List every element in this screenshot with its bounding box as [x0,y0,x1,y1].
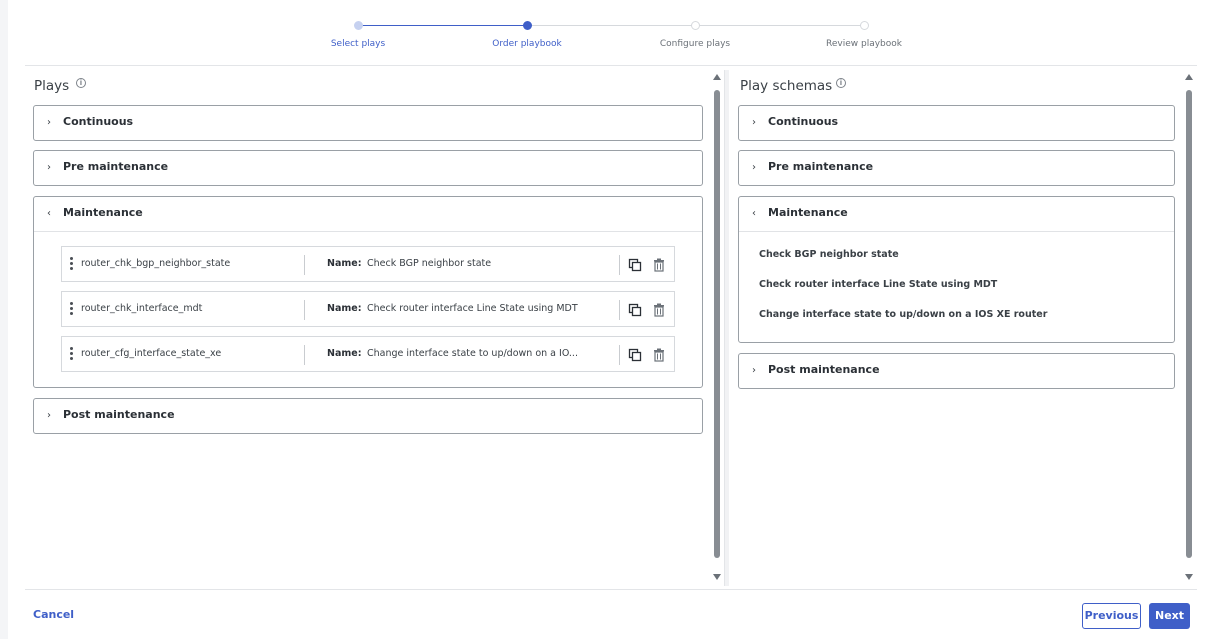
schemas-section-post-maintenance[interactable]: › Post maintenance [738,353,1175,389]
chevron-right-icon: › [47,410,51,421]
section-header[interactable]: › Continuous [34,106,702,140]
section-divider [739,231,1174,232]
section-title: Post maintenance [63,408,175,421]
section-header[interactable]: › Continuous [739,106,1174,140]
step-label: Configure plays [659,39,731,49]
wizard-stepper: Select plays Order playbook Configure pl… [300,18,920,58]
step-select-plays[interactable]: Select plays [288,18,428,49]
play-row[interactable]: router_chk_bgp_neighbor_state Name: Chec… [61,246,675,282]
scroll-thumb[interactable] [714,90,720,558]
chevron-right-icon: › [752,162,756,173]
section-title: Maintenance [63,206,143,219]
section-header[interactable]: › Pre maintenance [739,151,1174,185]
plays-section-maintenance: ‹ Maintenance router_chk_bgp_neighbor_st… [33,196,703,388]
step-order-playbook[interactable]: Order playbook [457,18,597,49]
footer-divider [25,589,1197,590]
cancel-button[interactable]: Cancel [33,608,74,621]
drag-handle-icon[interactable] [70,347,74,362]
section-header[interactable]: ‹ Maintenance [34,197,702,231]
schema-item[interactable]: Check BGP neighbor state [759,249,899,260]
step-dot [859,21,869,30]
play-name-value: Change interface state to up/down on a I… [367,348,578,359]
play-row[interactable]: router_cfg_interface_state_xe Name: Chan… [61,336,675,372]
step-label: Review playbook [826,39,902,49]
section-title: Continuous [63,115,134,128]
section-title: Post maintenance [768,363,880,376]
info-icon[interactable]: i [76,78,86,88]
schemas-section-continuous[interactable]: › Continuous [738,105,1175,141]
section-divider [34,231,702,232]
drag-handle-icon[interactable] [70,257,74,272]
step-review-playbook[interactable]: Review playbook [794,18,934,49]
playbook-wizard: Select plays Order playbook Configure pl… [0,0,1205,639]
section-header[interactable]: › Post maintenance [34,399,702,433]
scroll-down-arrow-icon[interactable] [1185,574,1193,580]
play-name-label: Name: [327,258,362,269]
play-id: router_cfg_interface_state_xe [81,348,222,359]
scroll-thumb[interactable] [1186,90,1192,558]
plays-section-pre-maintenance[interactable]: › Pre maintenance [33,150,703,186]
copy-icon[interactable] [628,258,642,272]
plays-panel: Plays i › Continuous › Pre maintenance ‹… [25,70,721,586]
play-name-label: Name: [327,348,362,359]
play-row[interactable]: router_chk_interface_mdt Name: Check rou… [61,291,675,327]
plays-panel-title: Plays [34,78,70,94]
section-header[interactable]: › Pre maintenance [34,151,702,185]
scroll-up-arrow-icon[interactable] [1185,74,1193,80]
row-separator [304,300,305,320]
plays-section-post-maintenance[interactable]: › Post maintenance [33,398,703,434]
next-button[interactable]: Next [1149,603,1190,629]
chevron-right-icon: › [752,365,756,376]
row-separator [619,300,620,320]
step-label: Order playbook [492,39,562,49]
schemas-section-pre-maintenance[interactable]: › Pre maintenance [738,150,1175,186]
section-title: Maintenance [768,206,848,219]
schema-item[interactable]: Change interface state to up/down on a I… [759,309,1047,320]
play-name-value: Check BGP neighbor state [367,258,492,269]
row-separator [619,345,620,365]
panel-splitter[interactable] [724,70,729,586]
step-dot [353,21,363,30]
section-header[interactable]: ‹ Maintenance [739,197,1174,231]
section-title: Pre maintenance [63,160,169,173]
trash-icon[interactable] [652,348,666,362]
scroll-up-arrow-icon[interactable] [713,74,721,80]
schemas-section-maintenance: ‹ Maintenance Check BGP neighbor state C… [738,196,1175,343]
previous-button[interactable]: Previous [1082,603,1141,629]
trash-icon[interactable] [652,258,666,272]
play-id: router_chk_interface_mdt [81,303,203,314]
section-title: Pre maintenance [768,160,874,173]
schemas-scrollbar[interactable] [1183,72,1195,582]
row-separator [619,255,620,275]
step-dot [690,21,700,30]
copy-icon[interactable] [628,348,642,362]
step-configure-plays[interactable]: Configure plays [625,18,765,49]
plays-scrollbar[interactable] [711,72,723,582]
copy-icon[interactable] [628,303,642,317]
chevron-left-icon: ‹ [47,208,51,219]
info-icon[interactable]: i [836,78,846,88]
row-separator [304,345,305,365]
chevron-right-icon: › [47,162,51,173]
step-label: Select plays [330,39,386,49]
trash-icon[interactable] [652,303,666,317]
chevron-right-icon: › [47,117,51,128]
header-divider [25,65,1197,66]
chevron-left-icon: ‹ [752,208,756,219]
play-name-value: Check router interface Line State using … [367,303,578,314]
play-name-label: Name: [327,303,362,314]
plays-section-continuous[interactable]: › Continuous [33,105,703,141]
schema-item[interactable]: Check router interface Line State using … [759,279,997,290]
section-title: Continuous [768,115,839,128]
step-dot [522,21,532,30]
play-schemas-panel: Play schemas i › Continuous › Pre mainte… [731,70,1193,586]
row-separator [304,255,305,275]
left-edge-strip [0,0,8,639]
play-schemas-panel-title: Play schemas [740,78,833,94]
drag-handle-icon[interactable] [70,302,74,317]
chevron-right-icon: › [752,117,756,128]
scroll-down-arrow-icon[interactable] [713,574,721,580]
play-id: router_chk_bgp_neighbor_state [81,258,231,269]
section-header[interactable]: › Post maintenance [739,354,1174,388]
